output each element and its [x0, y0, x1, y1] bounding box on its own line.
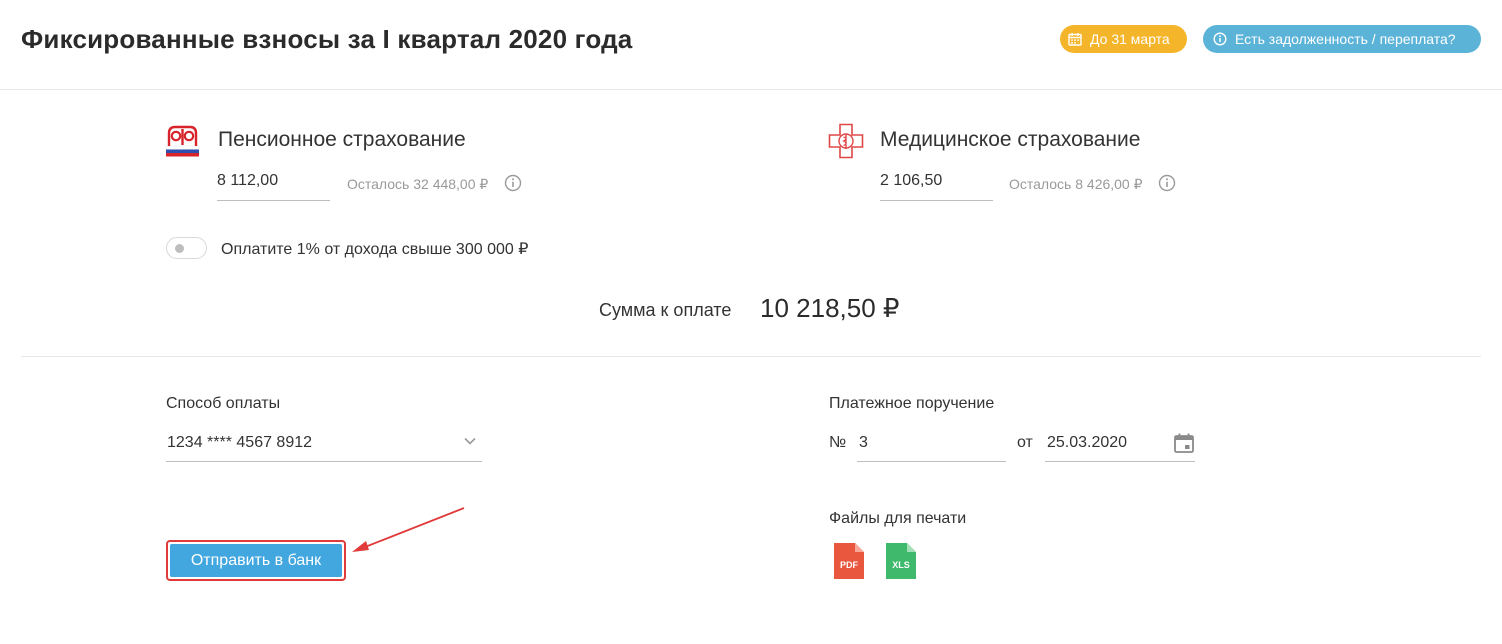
- medical-info-icon[interactable]: [1158, 174, 1176, 192]
- send-to-bank-button[interactable]: Отправить в банк: [170, 544, 342, 577]
- payment-method-value: 1234 **** 4567 8912: [167, 434, 313, 451]
- from-label: от: [1017, 434, 1033, 451]
- medical-remaining: Осталось 8 426,00 ₽: [1009, 176, 1143, 192]
- total-value: 10 218,50 ₽: [760, 293, 900, 323]
- chevron-down-icon: [464, 437, 476, 445]
- pdf-file-label: PDF: [840, 560, 859, 570]
- print-files-label: Файлы для печати: [829, 510, 967, 527]
- pension-title: Пенсионное страхование: [218, 128, 466, 151]
- toggle-knob: [175, 244, 184, 253]
- pdf-file-icon[interactable]: PDF: [834, 543, 864, 579]
- debt-label: Есть задолженность / переплата?: [1235, 31, 1456, 47]
- deadline-label: До 31 марта: [1090, 31, 1170, 47]
- xls-file-label: XLS: [892, 560, 910, 570]
- pension-amount-input[interactable]: 8 112,00: [217, 166, 330, 201]
- one-percent-toggle[interactable]: [166, 237, 207, 259]
- payment-method-label: Способ оплаты: [166, 395, 281, 412]
- info-icon: [1213, 32, 1227, 46]
- medical-title: Медицинское страхование: [880, 128, 1141, 151]
- one-percent-toggle-label: Оплатите 1% от дохода свыше 300 000 ₽: [221, 241, 529, 258]
- payment-method-select[interactable]: 1234 **** 4567 8912: [166, 424, 482, 462]
- order-date-value: 25.03.2020: [1047, 434, 1128, 451]
- page-header: Фиксированные взносы за I квартал 2020 г…: [0, 0, 1502, 90]
- calendar-icon[interactable]: [1173, 432, 1195, 454]
- payment-order-label: Платежное поручение: [829, 395, 995, 412]
- deadline-badge[interactable]: До 31 марта: [1060, 25, 1187, 53]
- total-label: Сумма к оплате: [599, 300, 732, 320]
- pfr-logo-icon: [165, 125, 200, 157]
- calendar-icon: [1068, 33, 1082, 46]
- debt-overpayment-button[interactable]: Есть задолженность / переплата?: [1203, 25, 1481, 53]
- annotation-arrow-icon: [352, 507, 465, 552]
- number-sign: №: [829, 434, 847, 451]
- section-divider: [21, 356, 1481, 357]
- medical-cross-icon: [828, 123, 864, 159]
- xls-file-icon[interactable]: XLS: [886, 543, 916, 579]
- page-title: Фиксированные взносы за I квартал 2020 г…: [21, 24, 633, 54]
- pension-remaining: Осталось 32 448,00 ₽: [347, 176, 489, 192]
- order-date-input[interactable]: 25.03.2020: [1045, 424, 1195, 462]
- send-to-bank-highlight: Отправить в банк: [166, 540, 346, 581]
- pension-info-icon[interactable]: [504, 174, 522, 192]
- order-number-input[interactable]: 3: [857, 424, 1006, 462]
- medical-amount-input[interactable]: 2 106,50: [880, 166, 993, 201]
